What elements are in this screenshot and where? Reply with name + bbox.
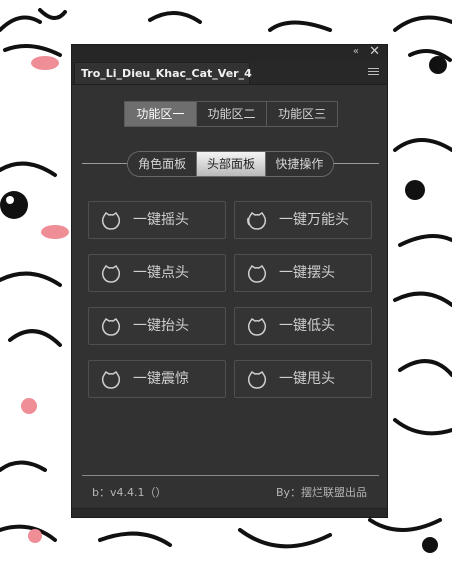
shock-button[interactable]: 一键震惊 — [88, 360, 226, 398]
footer-divider — [82, 475, 379, 476]
panel-titlebar: « ✕ — [72, 44, 387, 61]
swing-head-button[interactable]: 一键摆头 — [234, 254, 372, 292]
cat-head-icon — [247, 265, 267, 283]
raise-head-button[interactable]: 一键抬头 — [88, 307, 226, 345]
toss-head-label: 一键甩头 — [279, 371, 335, 387]
lower-head-label: 一键低头 — [279, 318, 335, 334]
tab-head-panel[interactable]: 头部面板 — [196, 152, 265, 176]
lower-head-button[interactable]: 一键低头 — [234, 307, 372, 345]
panel-menu-icon[interactable] — [368, 68, 379, 77]
toss-head-button[interactable]: 一键甩头 — [234, 360, 372, 398]
divider-right — [334, 163, 379, 164]
nod-head-button[interactable]: 一键点头 — [88, 254, 226, 292]
panel-tab-bar: Tro_Li_Dieu_Khac_Cat_Ver_4 — [72, 61, 387, 85]
tab-quick-actions[interactable]: 快捷操作 — [264, 152, 333, 176]
credit-text: By：摆烂联盟出品 — [275, 486, 367, 499]
nod-head-label: 一键点头 — [133, 265, 189, 281]
collapse-icon[interactable]: « — [353, 46, 359, 58]
close-icon[interactable]: ✕ — [369, 44, 380, 59]
tab-function-area-2[interactable]: 功能区二 — [195, 102, 267, 126]
shock-label: 一键震惊 — [133, 371, 189, 387]
swing-head-label: 一键摆头 — [279, 265, 335, 281]
universal-head-button[interactable]: 一键万能头 — [234, 201, 372, 239]
cat-head-multi-icon — [247, 212, 267, 230]
panel-tab-title[interactable]: Tro_Li_Dieu_Khac_Cat_Ver_4 — [74, 62, 252, 84]
script-panel: « ✕ Tro_Li_Dieu_Khac_Cat_Ver_4 功能区一 功能区二… — [71, 44, 388, 518]
function-area-tabs: 功能区一 功能区二 功能区三 — [124, 101, 338, 127]
tab-function-area-1[interactable]: 功能区一 — [125, 102, 196, 126]
resize-strip[interactable] — [72, 508, 387, 517]
cat-head-icon — [101, 212, 121, 230]
cat-head-icon — [247, 318, 267, 336]
tab-character-panel[interactable]: 角色面板 — [128, 152, 197, 176]
shake-head-label: 一键摇头 — [133, 212, 189, 228]
panel-selector-tabs: 角色面板 头部面板 快捷操作 — [127, 151, 334, 177]
cat-head-icon — [101, 318, 121, 336]
cat-head-icon — [101, 371, 121, 389]
raise-head-label: 一键抬头 — [133, 318, 189, 334]
version-text: b：v4.4.1（） — [92, 486, 167, 499]
universal-head-label: 一键万能头 — [279, 212, 349, 228]
tab-function-area-3[interactable]: 功能区三 — [266, 102, 337, 126]
shake-head-button[interactable]: 一键摇头 — [88, 201, 226, 239]
cat-head-icon — [101, 265, 121, 283]
cat-head-icon — [247, 371, 267, 389]
divider-left — [82, 163, 128, 164]
